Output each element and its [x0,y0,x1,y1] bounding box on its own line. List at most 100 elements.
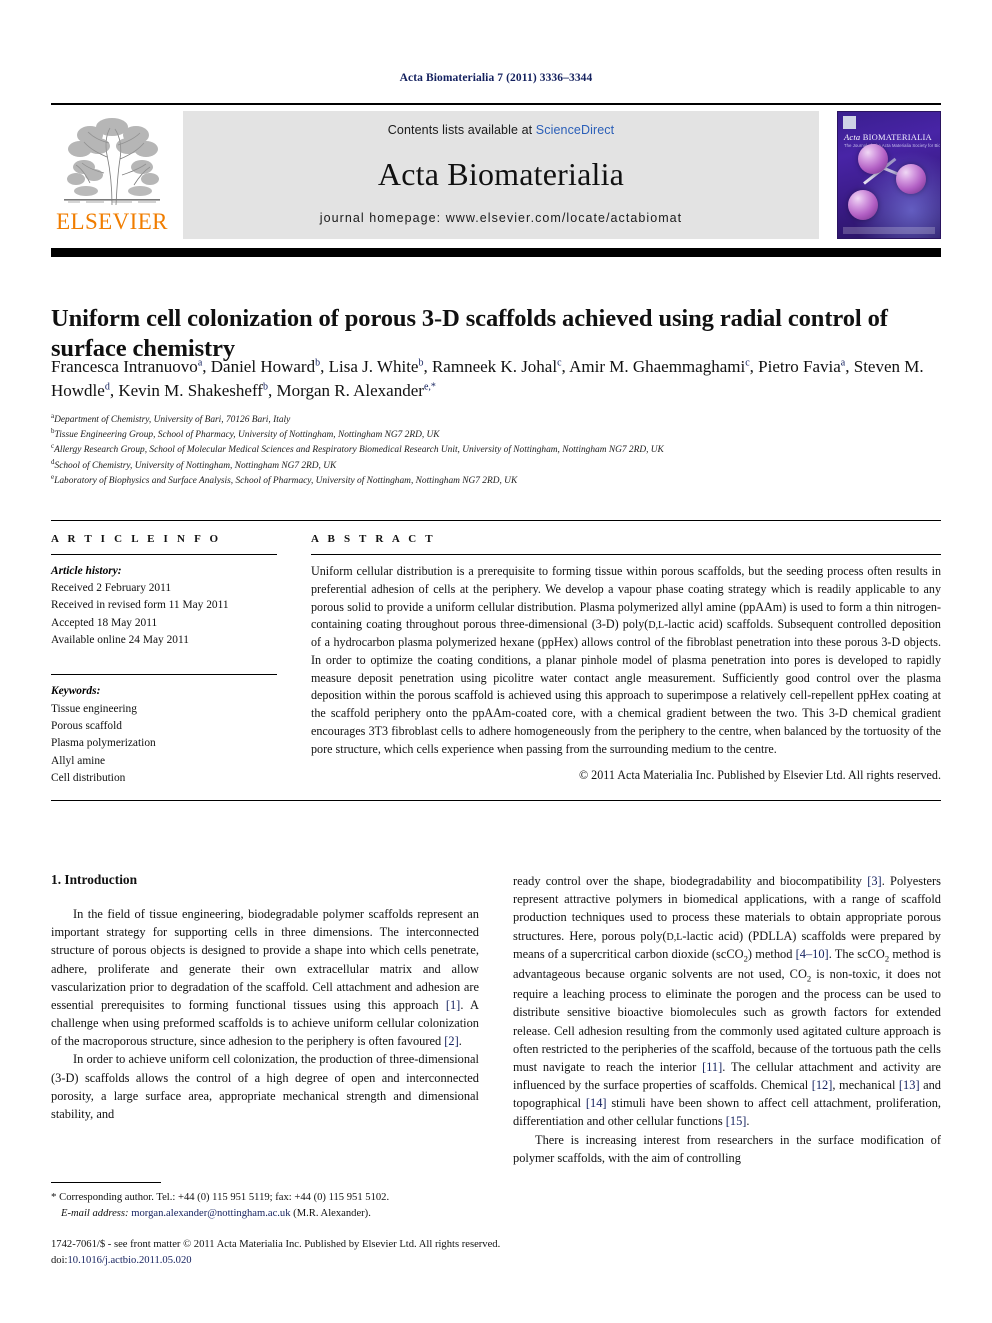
paragraph: In order to achieve uniform cell coloniz… [51,1052,479,1121]
keywords-label: Keywords: [51,685,101,698]
author-name: Kevin M. Shakesheff [118,381,263,401]
author-affiliation-marker: b [315,357,321,369]
author-name: Ramneek K. Johal [431,357,558,376]
abstract-rule [311,554,941,555]
paragraph: In the field of tissue engineering, biod… [51,907,479,1049]
author-name: Daniel Howard [210,357,316,376]
affiliation-marker: b [51,427,55,436]
keyword-item: Cell distribution [51,771,126,784]
paragraph: ready control over the shape, biodegrada… [513,874,941,1129]
abstract-text: Uniform cellular distribution is a prere… [311,564,941,756]
keyword-item: Tissue engineering [51,702,137,715]
section-heading-introduction: 1. Introduction [51,872,138,887]
keyword-item: Allyl amine [51,754,106,767]
elsevier-wordmark: ELSEVIER [56,209,168,234]
history-item: Received in revised form 11 May 2011 [51,599,229,612]
cover-sphere-1 [858,144,888,174]
article-page: Acta Biomaterialia 7 (2011) 3336–3344 EL… [0,0,992,1323]
footer-doi-line: doi:10.1016/j.actbio.2011.05.020 [51,1254,192,1266]
article-info-heading: A R T I C L E I N F O [51,533,222,545]
author-affiliation-marker: e,* [423,381,436,393]
band-top-rule [51,520,941,521]
article-info-rule [51,554,277,555]
author-name: Morgan R. Alexander [276,381,424,401]
citation-ref[interactable]: [12] [812,1078,833,1092]
footnote-rule [51,1182,161,1183]
abstract-heading: A B S T R A C T [311,533,436,545]
article-info-column: A R T I C L E I N F O Article history: R… [51,533,297,787]
paragraph: There is increasing interest from resear… [513,1132,941,1165]
keywords-rule [51,674,277,676]
history-item: Received 2 February 2011 [51,582,172,595]
citation-ref[interactable]: [13] [899,1078,920,1092]
cover-subtitle: The Journal of The Acta Materialia Socie… [844,143,941,148]
email-label: E-mail address: [61,1208,129,1220]
citation-ref[interactable]: [11] [702,1060,722,1074]
info-abstract-band: A R T I C L E I N F O Article history: R… [51,520,941,802]
author-name: Pietro Favia [758,357,841,376]
author-affiliation-marker: c [557,357,562,369]
body-column-left: 1. Introduction In the field of tissue e… [51,872,479,1167]
footnote-text: * Corresponding author. Tel.: +44 (0) 11… [51,1191,390,1220]
elsevier-logo: ELSEVIER [51,111,173,239]
affiliation-item: dSchool of Chemistry, University of Nott… [51,457,337,471]
history-item: Available online 24 May 2011 [51,634,189,647]
history-item: Accepted 18 May 2011 [51,616,158,629]
author-name: Amir M. Ghaemmaghami [569,357,746,376]
cover-sphere-3 [848,190,878,220]
author-affiliation-marker: b [262,381,268,393]
citation-ref[interactable]: [15] [726,1114,747,1128]
page-footer: 1742-7061/$ - see front matter © 2011 Ac… [51,1237,941,1269]
affiliation-marker: e [51,472,55,481]
article-history-list: Received 2 February 2011 Received in rev… [51,580,277,649]
citation-ref[interactable]: [4–10] [796,947,829,961]
abstract-column: A B S T R A C T Uniform cellular distrib… [297,533,941,787]
body-columns: 1. Introduction In the field of tissue e… [51,872,941,1167]
elsevier-tree-icon [60,113,164,209]
running-head-citation: Acta Biomaterialia 7 (2011) 3336–3344 [399,72,593,84]
sciencedirect-link[interactable]: ScienceDirect [536,123,614,137]
cover-publisher-badge-icon [843,116,856,129]
keyword-item: Plasma polymerization [51,737,156,750]
journal-cover-thumbnail[interactable]: Acta BIOMATERIALIA The Journal of The Ac… [829,111,941,239]
body-column-right: ready control over the shape, biodegrada… [513,872,941,1167]
citation-ref[interactable]: [2] [444,1034,458,1048]
cover-title: Acta BIOMATERIALIA [844,132,932,142]
contents-lists-prefix: Contents lists available at [387,123,536,137]
affiliation-marker: a [51,411,55,420]
journal-homepage-link[interactable]: journal homepage: www.elsevier.com/locat… [320,211,682,225]
citation-ref[interactable]: [3] [867,874,881,888]
author-affiliation-marker: a [840,357,846,369]
cover-sphere-2 [896,164,926,194]
band-bottom-rule [51,800,941,802]
masthead-bottom-bar [51,248,941,257]
citation-ref[interactable]: [1] [446,998,460,1012]
affiliation-item: bTissue Engineering Group, School of Pha… [51,427,440,441]
author-affiliation-marker: b [418,357,424,369]
author-name: Lisa J. White [328,357,419,376]
article-history-label: Article history: [51,565,122,577]
keyword-list: Tissue engineering Porous scaffold Plasm… [51,701,277,788]
affiliation-item: aDepartment of Chemistry, University of … [51,411,291,425]
citation-ref[interactable]: [14] [586,1096,607,1110]
abstract-copyright: © 2011 Acta Materialia Inc. Published by… [578,768,941,783]
masthead-center-panel: Contents lists available at ScienceDirec… [183,111,819,239]
journal-title: Acta Biomaterialia [377,156,625,192]
cover-footer-bar [843,227,935,234]
affiliation-list: aDepartment of Chemistry, University of … [51,411,941,489]
doi-link[interactable]: 10.1016/j.actbio.2011.05.020 [67,1255,191,1266]
keyword-item: Porous scaffold [51,719,122,732]
author-affiliation-marker: a [197,357,203,369]
author-affiliation-marker: c [745,357,750,369]
affiliation-item: cAllergy Research Group, School of Molec… [51,442,664,456]
author-list: Francesca Intranuovoa, Daniel Howardb, L… [51,357,924,401]
author-name: Francesca Intranuovo [51,357,198,376]
corresponding-author-footnote: * Corresponding author. Tel.: +44 (0) 11… [51,1182,479,1222]
affiliation-marker: c [51,442,55,451]
affiliation-item: eLaboratory of Biophysics and Surface An… [51,472,518,486]
contents-lists-line: Contents lists available at ScienceDirec… [388,123,614,137]
journal-masthead: ELSEVIER Contents lists available at Sci… [51,103,941,257]
email-link[interactable]: morgan.alexander@nottingham.ac.uk [131,1208,290,1219]
affiliation-marker: d [51,457,55,466]
